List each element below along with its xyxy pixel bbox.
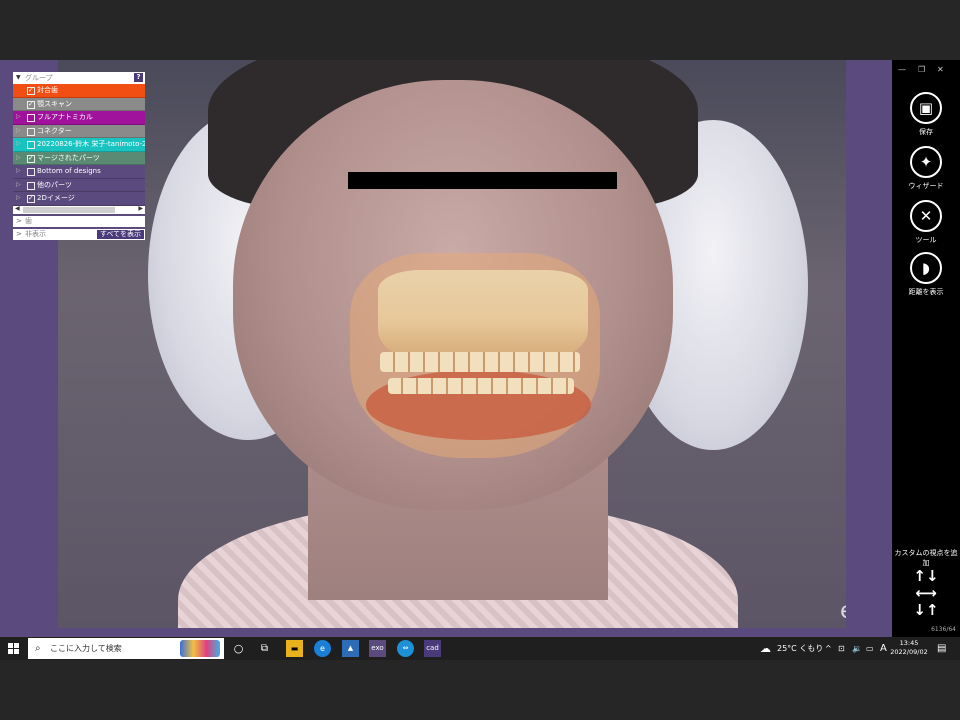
- search-icon: ⌕: [35, 643, 41, 654]
- group-row[interactable]: ▷ 2Dイメージ: [13, 192, 145, 206]
- exocad-window: exocad ▼ グループ ? ▷対合歯▷顎スキャン▷フルアナトミカル▷コネクタ…: [0, 60, 960, 660]
- minimize-icon[interactable]: —: [898, 65, 906, 74]
- magic-wand-icon: ✦: [910, 146, 942, 178]
- group-row[interactable]: ▷顎スキャン: [13, 97, 145, 111]
- cad-app-icon[interactable]: cad: [424, 640, 441, 657]
- edge-browser-icon[interactable]: e: [314, 640, 331, 657]
- search-highlight-image: [180, 640, 220, 657]
- weather-label[interactable]: 25°C くもり: [777, 637, 823, 660]
- eye-censor-bar: [348, 172, 617, 189]
- scroll-left-icon[interactable]: ◀: [15, 205, 20, 212]
- expand-arrow-icon[interactable]: ▷: [16, 138, 21, 151]
- exo-app-icon[interactable]: exo: [369, 640, 386, 657]
- horizontal-scrollbar[interactable]: ◀ ▶: [13, 205, 145, 214]
- taskbar-clock[interactable]: 13:45 2022/09/02: [888, 639, 930, 657]
- scroll-right-icon[interactable]: ▶: [138, 205, 143, 212]
- visibility-checkbox[interactable]: [27, 114, 35, 122]
- wizard-button[interactable]: ✦ ウィザード: [892, 146, 960, 191]
- expand-arrow-icon[interactable]: ▷: [16, 179, 21, 192]
- group-label: 他のパーツ: [37, 180, 72, 189]
- show-all-button[interactable]: すべてを表示: [96, 229, 144, 239]
- group-label: マージされたパーツ: [37, 153, 100, 162]
- visibility-checkbox[interactable]: [27, 98, 35, 110]
- group-row[interactable]: ▷ マージされたパーツ: [13, 151, 145, 165]
- teamviewer-icon[interactable]: ⇔: [397, 640, 414, 657]
- groups-panel: ▼ グループ ? ▷対合歯▷顎スキャン▷フルアナトミカル▷コネクター▷20220…: [13, 72, 145, 240]
- tray-chevron-icon[interactable]: ^: [825, 637, 832, 660]
- cortana-icon[interactable]: ○: [230, 640, 247, 657]
- group-label: フルアナトミカル: [37, 113, 93, 121]
- battery-icon[interactable]: ▭: [866, 637, 874, 660]
- group-row[interactable]: ▷ Bottom of designs: [13, 165, 145, 179]
- section-teeth[interactable]: > 歯: [13, 213, 145, 227]
- taskbar-search-box[interactable]: ⌕ ここに入力して検索: [28, 638, 224, 659]
- visibility-checkbox[interactable]: [27, 152, 35, 164]
- network-icon[interactable]: ⊡: [838, 637, 845, 660]
- group-label: 顎スキャン: [37, 99, 72, 108]
- section-hidden[interactable]: > 非表示 すべてを表示: [13, 226, 145, 240]
- group-row[interactable]: ▷ フルアナトミカル: [13, 111, 145, 125]
- save-button[interactable]: ▣ 保存: [892, 92, 960, 137]
- groups-header[interactable]: ▼ グループ ?: [13, 72, 145, 84]
- windows-taskbar: ⌕ ここに入力して検索 ○ ⧉ ▬ e ▲ exo ⇔ cad ☁ 25°C く…: [0, 637, 960, 660]
- view-arrows-icon[interactable]: ↑↓ ⟷ ↓↑: [908, 568, 944, 620]
- group-label: 対合歯: [37, 86, 58, 94]
- exocad-logo: exocad: [840, 598, 846, 624]
- chevron-down-icon: ▼: [16, 74, 21, 81]
- visibility-checkbox[interactable]: [27, 141, 35, 149]
- group-row[interactable]: ▷ 20220826-鈴木 栄子-tanimoto-27-s: [13, 138, 145, 152]
- ime-indicator[interactable]: A: [880, 637, 887, 660]
- expand-arrow-icon[interactable]: ▷: [16, 111, 21, 124]
- tools-button[interactable]: ✕ ツール: [892, 200, 960, 245]
- group-row[interactable]: ▷ コネクター: [13, 124, 145, 138]
- cloud-icon[interactable]: ☁: [760, 637, 771, 660]
- lower-teeth-row: [388, 378, 574, 394]
- close-icon[interactable]: ✕: [937, 65, 944, 74]
- file-explorer-icon[interactable]: ▬: [286, 640, 303, 657]
- group-label: 20220826-鈴木 栄子-tanimoto-27-s: [37, 140, 145, 148]
- upper-teeth-row: [380, 352, 580, 372]
- restore-icon[interactable]: ❐: [918, 65, 925, 74]
- expand-arrow-icon[interactable]: ▷: [16, 192, 21, 205]
- visibility-checkbox[interactable]: [27, 84, 35, 97]
- visibility-checkbox[interactable]: [27, 192, 35, 205]
- photos-icon[interactable]: ▲: [342, 640, 359, 657]
- expand-arrow-icon[interactable]: ▷: [16, 165, 21, 178]
- notification-icon[interactable]: ▤: [937, 637, 946, 660]
- show-distance-button[interactable]: ◗ 距離を表示: [892, 252, 960, 297]
- visibility-checkbox[interactable]: [27, 181, 35, 190]
- speaker-icon[interactable]: 🔉: [852, 637, 862, 660]
- add-custom-view-button[interactable]: カスタムの視点を追加: [892, 548, 960, 568]
- group-row[interactable]: ▷ 他のパーツ: [13, 178, 145, 192]
- visibility-checkbox[interactable]: [27, 127, 35, 136]
- expand-arrow-icon[interactable]: ▷: [16, 125, 21, 138]
- patient-photo-viewport[interactable]: exocad: [58, 60, 846, 628]
- chevron-right-icon: >: [16, 229, 22, 238]
- scrollbar-thumb[interactable]: [23, 206, 115, 213]
- version-label: 6136/64: [931, 626, 956, 633]
- chevron-right-icon: >: [16, 216, 22, 225]
- group-row[interactable]: ▷対合歯: [13, 84, 145, 98]
- help-button[interactable]: ?: [134, 73, 143, 82]
- expand-arrow-icon[interactable]: ▷: [16, 152, 21, 165]
- visibility-checkbox[interactable]: [27, 168, 35, 176]
- group-list: ▷対合歯▷顎スキャン▷フルアナトミカル▷コネクター▷20220826-鈴木 栄子…: [13, 84, 145, 206]
- windows-start-icon[interactable]: [8, 643, 20, 655]
- group-label: コネクター: [37, 126, 72, 135]
- tools-icon: ✕: [910, 200, 942, 232]
- floppy-disk-icon: ▣: [910, 92, 942, 124]
- tooth-icon: ◗: [910, 252, 942, 284]
- group-label: 2Dイメージ: [37, 194, 75, 202]
- right-toolbar: — ❐ ✕ ▣ 保存 ✦ ウィザード ✕ ツール ◗ 距離を表示 カスタムの視点…: [892, 60, 960, 660]
- group-label: Bottom of designs: [37, 167, 101, 175]
- task-view-icon[interactable]: ⧉: [256, 640, 273, 657]
